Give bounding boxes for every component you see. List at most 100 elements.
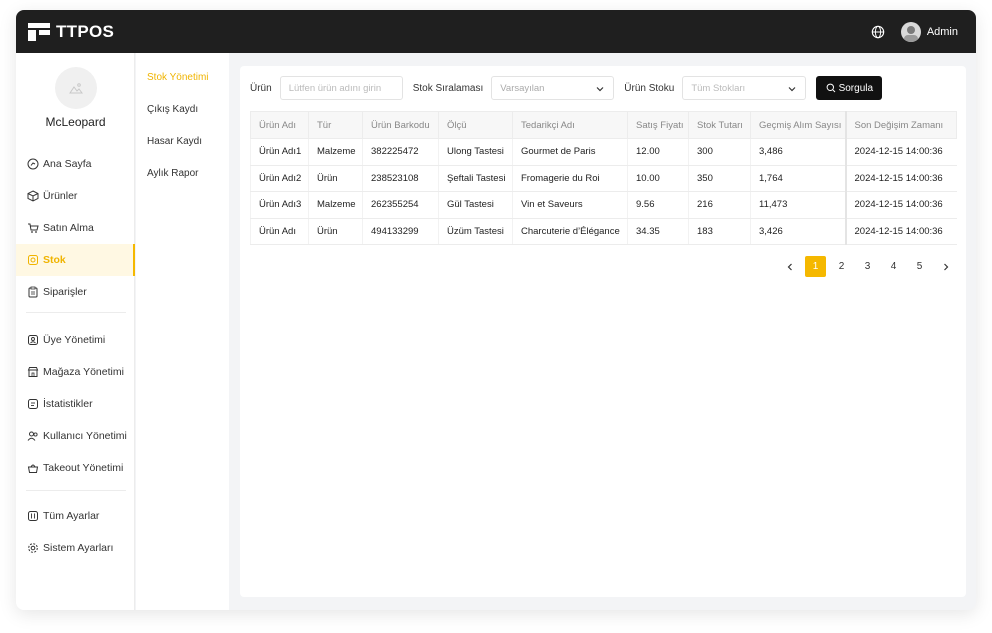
- table-cell: 9.56: [627, 191, 689, 219]
- sidebar-item-label: Ana Sayfa: [43, 158, 92, 170]
- sidebar-item-label: Sistem Ayarları: [43, 542, 114, 554]
- table-cell: 3,426: [750, 218, 846, 245]
- logo[interactable]: TTPOS: [28, 22, 114, 42]
- sidebar-item-label: Ürünler: [43, 190, 78, 202]
- logo-mark-icon: [28, 22, 50, 41]
- filter-bar: Ürün Lütfen ürün adını girin Stok Sırala…: [250, 76, 883, 100]
- page-button-5[interactable]: 5: [909, 256, 930, 277]
- takeout-icon: [27, 464, 39, 473]
- sidebar: McLeopard Ana Sayfa Ürünler Satın Alma S…: [16, 53, 135, 610]
- column-header[interactable]: Satış Fiyatı: [627, 111, 689, 139]
- sort-select[interactable]: Varsayılan: [491, 76, 615, 100]
- sidebar-item-label: Üye Yönetimi: [43, 334, 106, 346]
- table-cell: Ürün Adı: [250, 218, 309, 245]
- page-button-4[interactable]: 4: [883, 256, 904, 277]
- user-name[interactable]: Admin: [927, 26, 958, 38]
- sidebar-item-uye-yonetimi[interactable]: Üye Yönetimi: [16, 324, 135, 356]
- column-header[interactable]: Tedarikçi Adı: [512, 111, 628, 139]
- sidebar-item-label: Tüm Ayarlar: [43, 510, 100, 522]
- settings-grid-icon: [28, 511, 38, 521]
- table-cell: Ürün: [308, 218, 363, 245]
- table-cell: 2024-12-15 14:00:36: [844, 191, 957, 219]
- table-cell: 350: [688, 165, 751, 192]
- sidebar-item-tum-ayarlar[interactable]: Tüm Ayarlar: [16, 500, 135, 532]
- table-row[interactable]: Ürün Adı3 Malzeme 262355254 Gül Tastesi …: [250, 191, 957, 219]
- chevron-down-icon: [596, 87, 604, 92]
- stock-select[interactable]: Tüm Stokları: [682, 76, 807, 100]
- column-header[interactable]: Son Değişim Zamanı: [844, 111, 957, 139]
- sidebar-item-label: İstatistikler: [43, 398, 93, 410]
- column-header[interactable]: Ürün Barkodu: [362, 111, 439, 139]
- next-page-button[interactable]: [935, 256, 956, 277]
- column-header[interactable]: Stok Tutarı: [688, 111, 751, 139]
- users-icon: [27, 431, 38, 441]
- table-cell: Malzeme: [308, 191, 363, 219]
- subnav-stok-yonetimi[interactable]: Stok Yönetimi: [147, 72, 209, 83]
- sidebar-item-label: Siparişler: [43, 286, 87, 298]
- sidebar-item-istatistikler[interactable]: İstatistikler: [16, 388, 135, 420]
- sidebar-item-label: Kullanıcı Yönetimi: [43, 430, 127, 442]
- prev-page-button[interactable]: [779, 256, 800, 277]
- store-icon: [27, 367, 39, 377]
- profile-name: McLeopard: [45, 115, 106, 129]
- sidebar-item-urunler[interactable]: Ürünler: [16, 180, 135, 212]
- table-cell: 10.00: [627, 165, 689, 192]
- gauge-icon: [27, 158, 39, 170]
- product-search-placeholder: Lütfen ürün adını girin: [288, 82, 382, 94]
- search-button[interactable]: Sorgula: [816, 76, 883, 100]
- sidebar-item-magaza-yonetimi[interactable]: Mağaza Yönetimi: [16, 356, 135, 388]
- box-icon: [27, 190, 39, 202]
- table-cell: 216: [688, 191, 751, 219]
- table-cell: 34.35: [627, 218, 689, 245]
- table-row[interactable]: Ürün Adı Ürün 494133299 Üzüm Tastesi Cha…: [250, 218, 957, 245]
- page-button-2[interactable]: 2: [831, 256, 852, 277]
- column-header[interactable]: Ürün Adı: [250, 111, 309, 139]
- table-cell: Malzeme: [308, 138, 363, 166]
- gear-icon: [28, 543, 38, 553]
- table-cell: Ulong Tastesi: [438, 138, 513, 166]
- table-cell: 183: [688, 218, 751, 245]
- sidebar-item-takeout-yonetimi[interactable]: Takeout Yönetimi: [16, 452, 135, 484]
- search-button-label: Sorgula: [838, 82, 874, 94]
- user-avatar[interactable]: [900, 21, 921, 42]
- table-row[interactable]: Ürün Adı1 Malzeme 382225472 Ulong Tastes…: [250, 138, 957, 166]
- table-cell: 2024-12-15 14:00:36: [844, 138, 957, 166]
- product-search-input[interactable]: Lütfen ürün adını girin: [279, 76, 403, 100]
- subnav-hasar-kaydi[interactable]: Hasar Kaydı: [147, 136, 202, 147]
- subnav-aylik-rapor[interactable]: Aylık Rapor: [147, 168, 199, 179]
- table-cell: 11,473: [750, 191, 846, 219]
- table-cell: Ürün Adı3: [250, 191, 309, 219]
- table-cell: Charcuterie d’Élégance: [512, 218, 628, 245]
- page-button-1[interactable]: 1: [805, 256, 826, 277]
- member-icon: [28, 335, 38, 345]
- sidebar-item-satin-alma[interactable]: Satın Alma: [16, 212, 135, 244]
- table-cell: 12.00: [627, 138, 689, 166]
- column-header[interactable]: Geçmiş Alım Sayısı: [750, 111, 846, 139]
- sidebar-item-ana-sayfa[interactable]: Ana Sayfa: [16, 148, 135, 180]
- logo-text: TTPOS: [56, 21, 115, 41]
- sidebar-item-sistem-ayarlari[interactable]: Sistem Ayarları: [16, 532, 135, 564]
- stock-table: Ürün Adı Tür Ürün Barkodu Ölçü Tedarikçi…: [250, 111, 957, 245]
- cart-icon: [28, 223, 39, 233]
- sidebar-item-siparisler[interactable]: Siparişler: [16, 276, 135, 308]
- clipboard-icon: [28, 286, 38, 298]
- table-header-row: Ürün Adı Tür Ürün Barkodu Ölçü Tedarikçi…: [250, 111, 957, 139]
- table-row[interactable]: Ürün Adı2 Ürün 238523108 Şeftali Tastesi…: [250, 165, 957, 192]
- table-cell: 2024-12-15 14:00:36: [844, 165, 957, 192]
- subnav-cikis-kaydi[interactable]: Çıkış Kaydı: [147, 104, 198, 115]
- sidebar-divider: [26, 490, 126, 491]
- top-bar: TTPOS Admin: [16, 10, 976, 53]
- sidebar-item-kullanici-yonetimi[interactable]: Kullanıcı Yönetimi: [16, 420, 135, 452]
- table-cell: 238523108: [362, 165, 439, 192]
- page-button-3[interactable]: 3: [857, 256, 878, 277]
- column-header[interactable]: Ölçü: [438, 111, 513, 139]
- sort-select-value: Varsayılan: [500, 82, 545, 94]
- sidebar-divider: [26, 312, 126, 313]
- profile-avatar[interactable]: [55, 67, 97, 109]
- sidebar-item-stok[interactable]: Stok: [16, 244, 135, 276]
- table-cell: 262355254: [362, 191, 439, 219]
- image-placeholder-icon: [69, 83, 83, 94]
- sidebar-item-label: Satın Alma: [43, 222, 94, 234]
- column-header[interactable]: Tür: [308, 111, 363, 139]
- globe-icon[interactable]: [871, 25, 885, 39]
